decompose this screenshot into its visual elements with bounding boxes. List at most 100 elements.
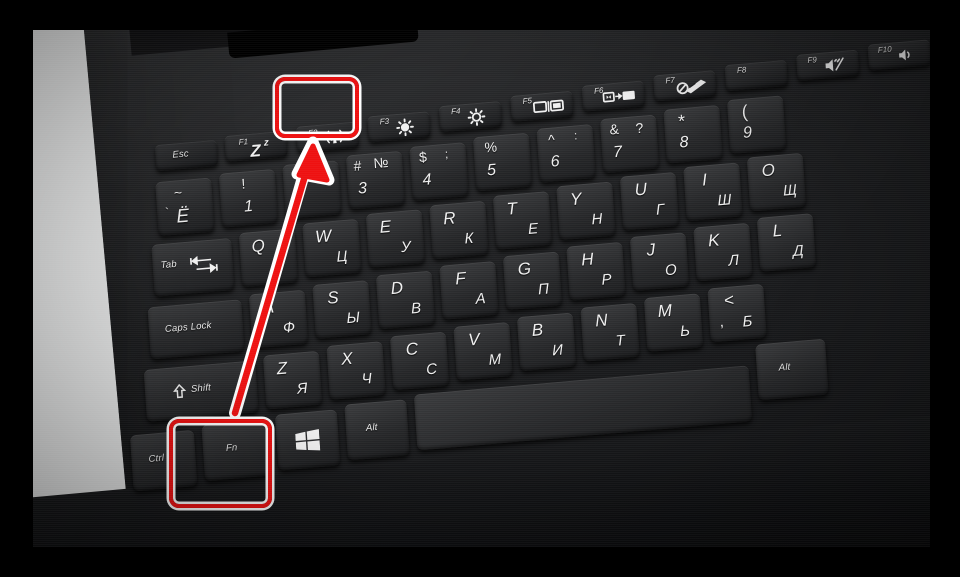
key-u-cyrillic: Г [655, 201, 665, 219]
touchpad-off-icon [675, 77, 708, 101]
key-5[interactable]: % 5 [472, 132, 533, 192]
key-y[interactable]: Y Н [556, 181, 616, 241]
key-alt-left[interactable]: Alt [344, 399, 410, 461]
key-6-top: ^ [547, 131, 556, 148]
key-3-top2: № [372, 153, 389, 172]
key-f6[interactable]: F6 [581, 80, 646, 112]
key-l[interactable]: L Д [756, 213, 817, 272]
key-f3-fn-tag: F3 [379, 116, 390, 127]
key-caps-lock-label: Caps Lock [164, 319, 212, 336]
key-2[interactable]: " 2 [282, 160, 342, 220]
key-d-latin: D [390, 278, 404, 299]
key-h[interactable]: H Р [566, 241, 626, 301]
key-f3[interactable]: F3 [367, 111, 431, 143]
key-tab[interactable]: Tab [151, 237, 235, 297]
key-tilde-yo[interactable]: ~ ` Ё [155, 177, 215, 237]
key-c[interactable]: C С [389, 331, 450, 391]
key-q-cyrillic: Й [272, 257, 285, 276]
key-j[interactable]: J О [629, 232, 690, 292]
key-f8-fn-tag: F8 [736, 65, 747, 76]
key-o[interactable]: O Щ [746, 152, 807, 212]
key-v[interactable]: V М [453, 321, 513, 381]
key-f5-fn-tag: F5 [522, 96, 533, 106]
key-comma-latin: < [723, 290, 735, 311]
key-o-cyrillic: Щ [782, 181, 798, 200]
f2-key-highlight-box [275, 77, 359, 138]
key-f5[interactable]: F5 [510, 90, 574, 122]
key-tilde-cyr: Ё [175, 205, 190, 228]
key-9[interactable]: ( 9 [726, 95, 787, 155]
key-x[interactable]: X Ч [326, 341, 386, 400]
key-d-cyrillic: В [410, 299, 422, 318]
key-m-latin: M [657, 300, 673, 321]
key-z[interactable]: Z Я [262, 350, 323, 410]
key-alt-right[interactable]: Alt [755, 338, 829, 401]
key-v-cyrillic: М [488, 350, 502, 369]
key-alt-left-label: Alt [365, 421, 378, 434]
key-n-cyrillic: Т [615, 332, 626, 350]
key-shift-left[interactable]: Shift [143, 360, 259, 422]
tab-arrows-icon [188, 253, 222, 281]
key-a-latin: A [262, 297, 275, 318]
key-f9[interactable]: F9 [796, 49, 860, 81]
key-f-cyrillic: А [475, 289, 487, 308]
key-r[interactable]: R К [429, 200, 489, 260]
keyboard-photo: Esc F1 Z z F2 F3 F4 F5 F6 F7 F8 F9 F10 ~… [33, 30, 930, 547]
key-t[interactable]: T Е [492, 191, 553, 250]
key-u[interactable]: U Г [619, 171, 680, 231]
key-6-top2: : [573, 128, 578, 143]
key-f7-fn-tag: F7 [665, 75, 676, 86]
key-x-latin: X [340, 348, 354, 369]
key-alt-right-label: Alt [778, 361, 791, 374]
key-b[interactable]: B И [516, 312, 577, 372]
key-tilde-top: ~ [173, 184, 183, 201]
key-e[interactable]: E У [365, 209, 426, 268]
key-ctrl-label: Ctrl [148, 452, 165, 465]
key-n-latin: N [594, 310, 609, 331]
key-comma-cyrillic: Б [742, 312, 753, 331]
screenshot-stage: Esc F1 Z z F2 F3 F4 F5 F6 F7 F8 F9 F10 ~… [0, 0, 960, 577]
key-h-cyrillic: Р [601, 270, 613, 289]
key-6[interactable]: ^ : 6 [536, 124, 596, 183]
key-k[interactable]: K Л [693, 222, 753, 282]
key-u-latin: U [634, 179, 648, 200]
key-5-top: % [484, 138, 498, 156]
key-f4[interactable]: F4 [438, 100, 503, 133]
key-d[interactable]: D В [375, 270, 436, 330]
key-s[interactable]: S Ы [312, 280, 372, 339]
key-6-num: 6 [550, 153, 561, 171]
key-v-latin: V [467, 329, 481, 350]
key-s-cyrillic: Ы [346, 309, 361, 328]
key-8[interactable]: * 8 [663, 104, 723, 164]
key-f10[interactable]: F10 [867, 39, 930, 71]
key-f7[interactable]: F7 [653, 70, 717, 102]
key-q[interactable]: Q Й [238, 228, 299, 288]
key-4-top: $ [418, 148, 428, 166]
key-comma[interactable]: < , Б [707, 283, 767, 343]
key-q-latin: Q [251, 236, 266, 257]
key-3[interactable]: # № 3 [345, 150, 406, 210]
key-tilde-prefix: ` [164, 205, 170, 220]
key-m[interactable]: M Ь [643, 293, 704, 353]
key-7[interactable]: & ? 7 [599, 114, 660, 174]
fn-key-highlight-box [169, 419, 272, 508]
key-e-cyrillic: У [400, 238, 412, 257]
key-n[interactable]: N Т [580, 302, 640, 362]
shift-arrow-icon [172, 383, 187, 404]
key-windows[interactable] [274, 409, 341, 471]
key-g[interactable]: G П [502, 251, 563, 311]
key-caps-lock[interactable]: Caps Lock [147, 299, 245, 360]
key-1[interactable]: ! 1 [218, 168, 279, 228]
key-f[interactable]: F А [439, 260, 499, 320]
key-9-top: ( [741, 101, 749, 122]
key-w[interactable]: W Ц [302, 218, 362, 278]
key-4-num: 4 [422, 171, 433, 189]
key-i[interactable]: I Ш [683, 162, 743, 222]
key-1-num: 1 [243, 197, 254, 216]
key-a[interactable]: A Ф [248, 289, 309, 349]
key-f8[interactable]: F8 [724, 59, 789, 92]
key-r-cyrillic: К [464, 229, 474, 248]
key-i-cyrillic: Ш [716, 191, 732, 210]
key-esc[interactable]: Esc [154, 139, 219, 172]
key-4[interactable]: $ ; 4 [409, 142, 469, 201]
